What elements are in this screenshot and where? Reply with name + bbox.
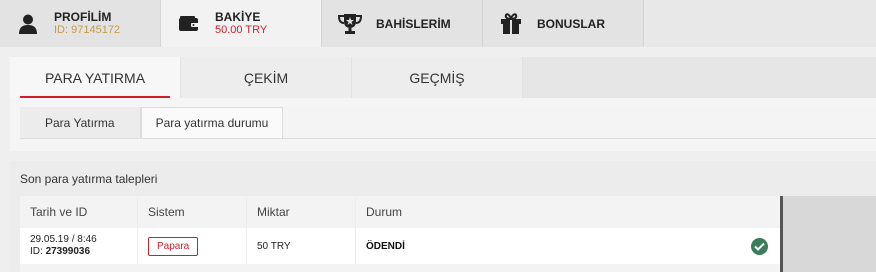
payment-system-badge: Papara — [148, 236, 199, 256]
tab-balance[interactable]: BAKİYE 50.00 TRY — [161, 0, 322, 47]
balance-amount: 50.00 TRY — [215, 24, 268, 36]
status-cell: ÖDENDİ — [356, 228, 780, 264]
user-icon — [16, 12, 40, 36]
tab-balance-title: BAKİYE — [215, 10, 261, 24]
check-circle-icon — [751, 237, 768, 255]
side-panel — [783, 196, 876, 272]
tab-profile[interactable]: PROFİLİM ID: 97145172 — [0, 0, 161, 47]
header-amount: Miktar — [247, 196, 356, 228]
deposit-panel: PARA YATIRMA ÇEKİM GEÇMİŞ Para Yatırma P… — [10, 57, 876, 151]
wallet-icon — [177, 12, 201, 36]
tabs-filler — [644, 0, 876, 47]
trophy-icon — [338, 12, 362, 36]
header-status: Durum — [356, 196, 780, 228]
tab-my-bets[interactable]: BAHİSLERİM — [322, 0, 483, 47]
tab-deposit[interactable]: PARA YATIRMA — [10, 57, 181, 98]
tab-profile-title: PROFİLİM — [54, 10, 112, 24]
divider — [20, 138, 876, 139]
request-amount: 50 TRY — [257, 240, 291, 252]
header-date-id: Tarih ve ID — [20, 196, 138, 228]
recent-deposit-requests: Son para yatırma talepleri Tarih ve ID S… — [10, 161, 876, 272]
tab-my-bets-title: BAHİSLERİM — [376, 16, 451, 31]
amount-cell: 50 TRY — [247, 228, 356, 264]
request-status: ÖDENDİ — [366, 240, 405, 252]
request-id-label: ID: — [30, 246, 43, 257]
table-header: Tarih ve ID Sistem Miktar Durum — [20, 196, 780, 228]
account-tabs: PROFİLİM ID: 97145172 BAKİYE 50.00 TRY B… — [0, 0, 876, 47]
gift-icon — [499, 12, 523, 36]
tab-make-deposit[interactable]: Para Yatırma — [20, 107, 141, 138]
request-id-line: ID: 27399036 — [30, 246, 90, 258]
header-system: Sistem — [138, 196, 247, 228]
request-date: 29.05.19 / 8:46 — [30, 234, 97, 245]
request-id: 27399036 — [45, 246, 91, 257]
section-title: Son para yatırma talepleri — [20, 172, 158, 186]
deposit-inner-tabs: Para Yatırma Para yatırma durumu — [20, 107, 876, 138]
header-status-label: Durum — [366, 205, 403, 219]
balance-sub-tabs: PARA YATIRMA ÇEKİM GEÇMİŞ — [10, 57, 876, 98]
tab-bonuses-title: BONUSLAR — [537, 16, 605, 31]
date-id-cell: 29.05.19 / 8:46 ID: 27399036 — [20, 228, 138, 264]
table-row[interactable]: 29.05.19 / 8:46 ID: 27399036 Papara 50 T… — [20, 228, 780, 264]
tab-withdraw[interactable]: ÇEKİM — [181, 57, 352, 98]
user-id: ID: 97145172 — [54, 24, 121, 36]
inner-tabs-filler — [283, 107, 876, 138]
sub-tabs-filler — [523, 57, 876, 98]
system-cell: Papara — [138, 228, 247, 264]
requests-table: Tarih ve ID Sistem Miktar Durum 29.05.19… — [20, 196, 783, 272]
tab-history[interactable]: GEÇMİŞ — [352, 57, 523, 98]
tab-bonuses[interactable]: BONUSLAR — [483, 0, 644, 47]
tab-deposit-status[interactable]: Para yatırma durumu — [140, 107, 284, 138]
